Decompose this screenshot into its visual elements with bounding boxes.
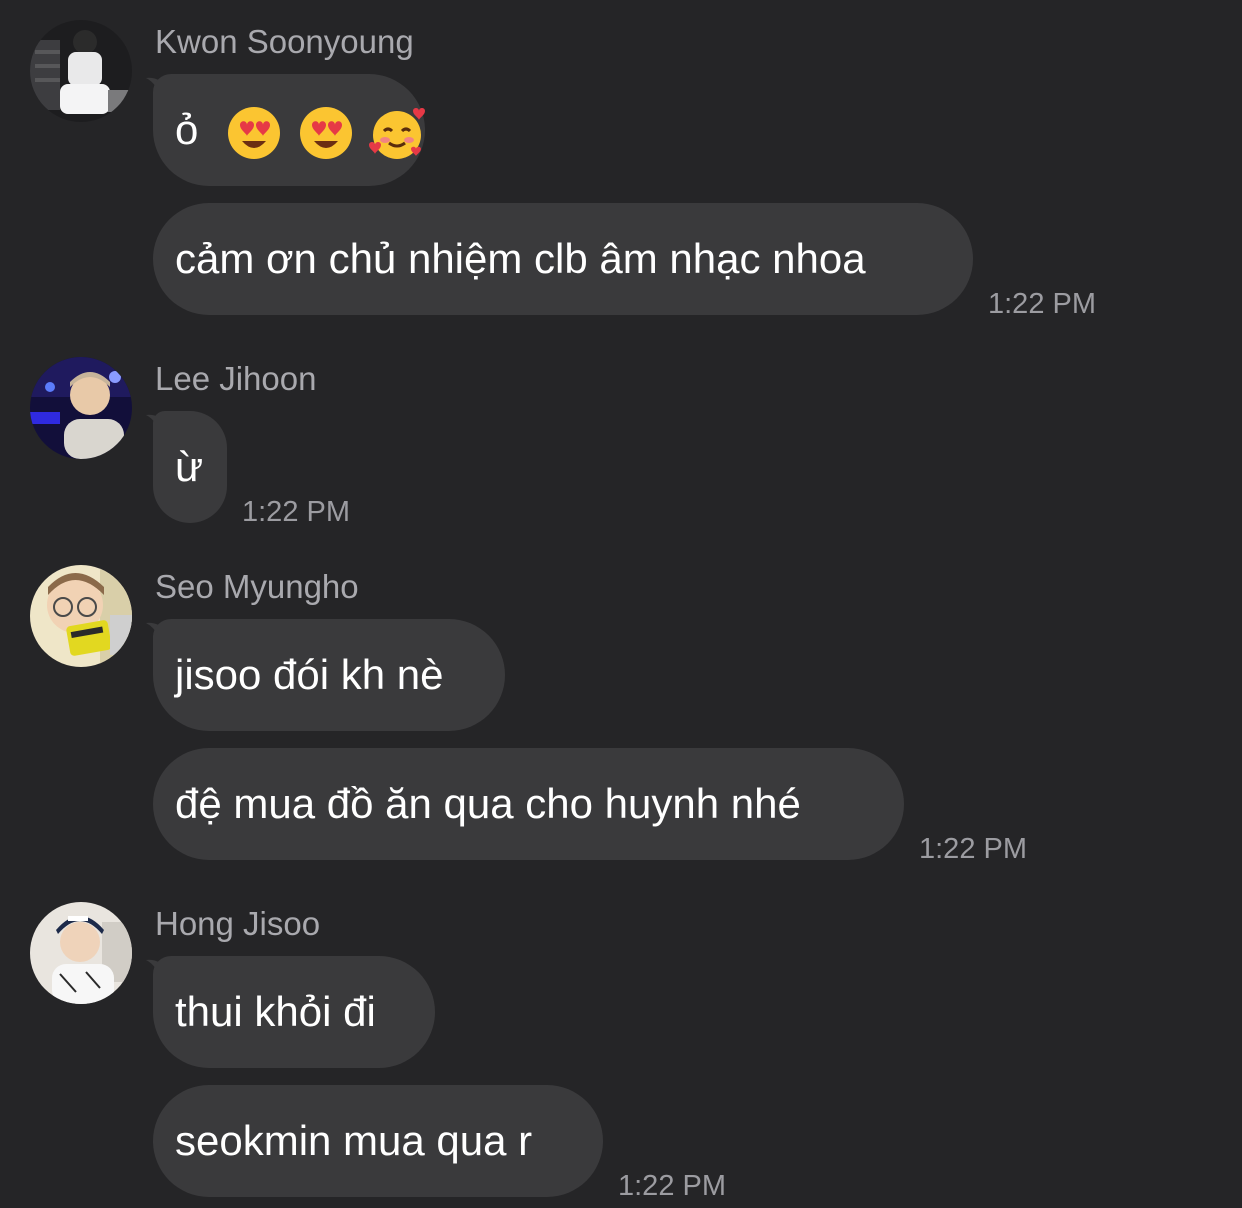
message-text: ừ	[175, 443, 204, 490]
message-text: thui khỏi đi	[175, 988, 376, 1035]
profile-photo-icon	[30, 357, 132, 459]
message-text: cảm ơn chủ nhiệm clb âm nhạc nhoa	[175, 235, 866, 282]
message-bubble[interactable]: thui khỏi đi	[153, 956, 435, 1068]
profile-photo-icon	[30, 20, 132, 122]
sender-name: Hong Jisoo	[155, 905, 321, 942]
message-bubble[interactable]: ừ	[153, 411, 227, 523]
message-bubble[interactable]: seokmin mua qua r	[153, 1085, 603, 1197]
smiling-face-with-hearts-icon	[369, 107, 426, 159]
sender-name: Lee Jihoon	[155, 360, 317, 397]
message-text: seokmin mua qua r	[175, 1117, 533, 1164]
message-bubble[interactable]: đệ mua đồ ăn qua cho huynh nhé	[153, 748, 904, 860]
timestamp: 1:22 PM	[919, 833, 1027, 865]
avatar[interactable]	[30, 902, 132, 1004]
timestamp: 1:22 PM	[242, 496, 350, 528]
sender-name: Seo Myungho	[155, 568, 359, 605]
timestamp: 1:22 PM	[618, 1170, 726, 1202]
heart-eyes-emoji-icon	[299, 106, 352, 159]
message-text: jisoo đói kh nè	[175, 651, 444, 698]
timestamp: 1:22 PM	[988, 288, 1096, 320]
message-bubble[interactable]: ỏ	[153, 74, 426, 186]
message-text: ỏ	[175, 106, 199, 153]
profile-photo-icon	[30, 565, 132, 667]
profile-photo-icon	[30, 902, 132, 1004]
avatar[interactable]	[30, 20, 132, 122]
message-bubble[interactable]: cảm ơn chủ nhiệm clb âm nhạc nhoa	[153, 203, 973, 315]
avatar[interactable]	[30, 357, 132, 459]
sender-name: Kwon Soonyoung	[155, 23, 414, 60]
avatar[interactable]	[30, 565, 132, 667]
message-bubble[interactable]: jisoo đói kh nè	[153, 619, 505, 731]
heart-eyes-emoji-icon	[228, 106, 281, 159]
message-text: đệ mua đồ ăn qua cho huynh nhé	[175, 780, 801, 827]
